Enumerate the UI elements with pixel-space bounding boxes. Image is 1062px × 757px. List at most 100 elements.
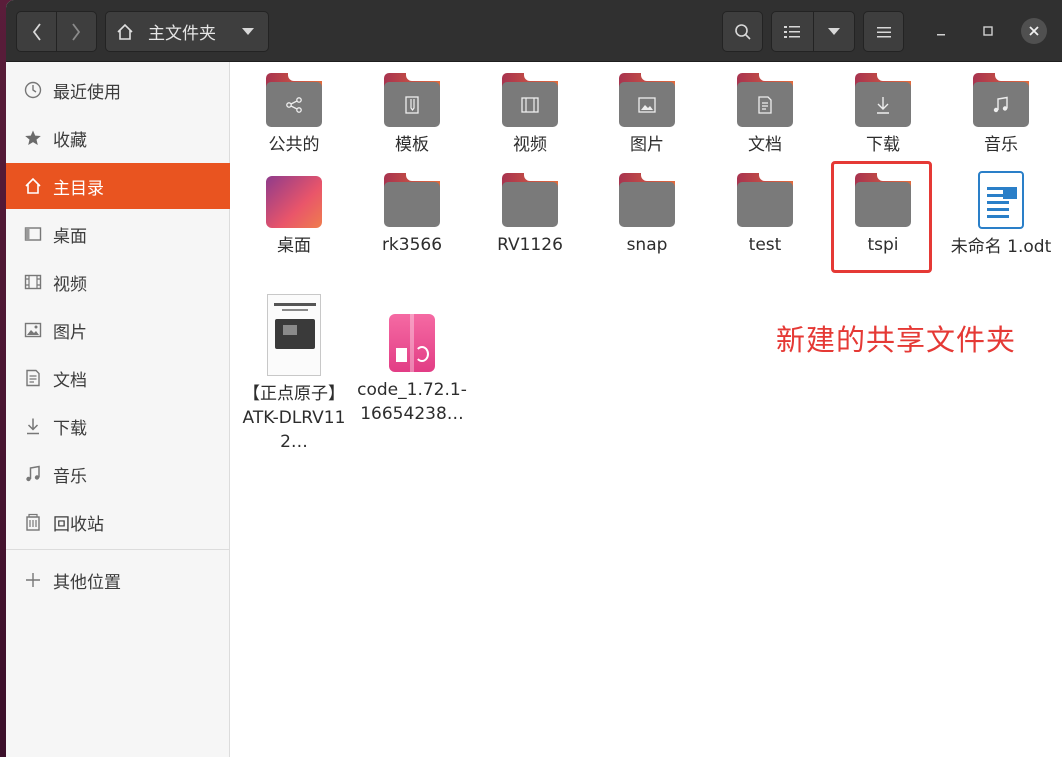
search-icon (734, 23, 751, 40)
file-item-pictures[interactable]: 图片 (592, 73, 702, 157)
document-icon (23, 368, 43, 388)
view-group (771, 11, 855, 52)
music-icon (993, 96, 1008, 112)
highlight-box (831, 161, 932, 273)
plus-icon (23, 570, 43, 590)
file-grid: 公共的 模板 视频 图片 文档 下载 音乐 桌面 rk3566 RV1126 s… (231, 62, 1062, 757)
file-item-rv1126[interactable]: RV1126 (475, 173, 585, 257)
file-item-public[interactable]: 公共的 (239, 73, 349, 157)
sidebar-item-pictures[interactable]: 图片 (6, 307, 230, 353)
file-label: 桌面 (277, 236, 311, 256)
trash-icon (23, 512, 43, 532)
file-label: code_1.72.1-16654238… (357, 380, 467, 424)
sidebar-item-documents[interactable]: 文档 (6, 355, 230, 401)
file-label: 未命名 1.odt (950, 237, 1052, 257)
odt-document-icon (978, 171, 1024, 229)
folder-icon (384, 173, 440, 227)
folder-icon (619, 173, 675, 227)
file-item-documents[interactable]: 文档 (710, 73, 820, 157)
sidebar-item-other-locations[interactable]: 其他位置 (6, 557, 230, 603)
navigation-group (16, 11, 97, 52)
file-item-rk3566[interactable]: rk3566 (357, 173, 467, 257)
file-label: rk3566 (381, 235, 443, 255)
file-label: 音乐 (984, 135, 1018, 155)
file-label: 模板 (395, 135, 429, 155)
desktop-folder-icon (266, 176, 322, 228)
folder-icon (619, 73, 675, 127)
menu-button[interactable] (863, 11, 904, 52)
clock-icon (23, 80, 43, 100)
file-label: 图片 (630, 135, 664, 155)
header-bar: 主文件夹 (6, 0, 1062, 62)
sidebar-item-label: 音乐 (53, 466, 87, 487)
back-button[interactable] (17, 12, 56, 51)
file-item-odt[interactable]: 未命名 1.odt (946, 171, 1056, 259)
sidebar-item-trash[interactable]: 回收站 (6, 499, 230, 545)
download-icon (877, 96, 889, 114)
folder-icon (502, 73, 558, 127)
sidebar-item-starred[interactable]: 收藏 (6, 115, 230, 161)
file-item-snap[interactable]: snap (592, 173, 702, 257)
home-icon (23, 176, 43, 196)
sidebar-item-label: 主目录 (53, 178, 104, 199)
sidebar: 最近使用 收藏 主目录 桌面 视频 图片 文档 下载 音乐 回收站 其他位置 (6, 62, 230, 757)
forward-button[interactable] (57, 12, 96, 51)
folder-icon (973, 73, 1029, 127)
sidebar-item-label: 文档 (53, 370, 87, 391)
file-item-videos[interactable]: 视频 (475, 73, 585, 157)
sidebar-item-label: 图片 (53, 322, 87, 343)
dropdown-icon (242, 27, 254, 35)
file-item-deb[interactable]: code_1.72.1-16654238… (357, 314, 467, 426)
minimize-icon (937, 34, 945, 36)
sidebar-item-label: 桌面 (53, 226, 87, 247)
folder-icon (384, 73, 440, 127)
folder-icon (502, 173, 558, 227)
maximize-icon (983, 26, 993, 36)
desktop-icon (23, 224, 43, 244)
search-button[interactable] (722, 11, 763, 52)
maximize-button[interactable] (975, 18, 1001, 44)
download-icon (23, 416, 43, 436)
file-label: 【正点原子】ATK-DLRV112… (242, 384, 346, 452)
list-view-icon (784, 25, 801, 38)
sidebar-item-desktop[interactable]: 桌面 (6, 211, 230, 257)
sidebar-item-downloads[interactable]: 下载 (6, 403, 230, 449)
folder-icon (737, 173, 793, 227)
file-label: 视频 (513, 135, 547, 155)
image-icon (638, 96, 656, 113)
folder-icon (266, 73, 322, 127)
view-options-button[interactable] (813, 12, 854, 51)
file-item-pdf[interactable]: 【正点原子】ATK-DLRV112… (239, 294, 349, 454)
close-button[interactable] (1021, 18, 1047, 44)
file-item-downloads[interactable]: 下载 (828, 73, 938, 157)
hamburger-icon (876, 26, 891, 37)
file-label: test (748, 235, 782, 255)
sidebar-item-home[interactable]: 主目录 (6, 163, 230, 209)
pdf-thumbnail-icon (267, 294, 321, 376)
sidebar-item-label: 下载 (53, 418, 87, 439)
sidebar-divider (6, 549, 230, 550)
minimize-button[interactable] (928, 18, 954, 44)
file-item-desktop[interactable]: 桌面 (239, 176, 349, 258)
music-icon (23, 464, 43, 484)
sidebar-item-recent[interactable]: 最近使用 (6, 67, 230, 113)
sidebar-item-label: 其他位置 (53, 572, 121, 593)
file-manager-window: 主文件夹 最近使用 收藏 主目录 桌面 视频 图片 文档 下载 音乐 回收站 其… (6, 0, 1062, 757)
sidebar-item-label: 最近使用 (53, 82, 121, 103)
view-list-button[interactable] (772, 12, 813, 51)
folder-icon (737, 73, 793, 127)
template-icon (405, 95, 419, 114)
file-item-music[interactable]: 音乐 (946, 73, 1056, 157)
file-item-test[interactable]: test (710, 173, 820, 257)
close-icon (1029, 26, 1039, 36)
dropdown-icon (827, 27, 840, 35)
sidebar-item-videos[interactable]: 视频 (6, 259, 230, 305)
path-bar-button[interactable]: 主文件夹 (105, 11, 269, 52)
share-icon (286, 96, 302, 113)
sidebar-item-music[interactable]: 音乐 (6, 451, 230, 497)
file-label: 下载 (866, 135, 900, 155)
home-icon (117, 23, 133, 40)
file-item-templates[interactable]: 模板 (357, 73, 467, 157)
sidebar-item-label: 视频 (53, 274, 87, 295)
file-label: 文档 (748, 135, 782, 155)
